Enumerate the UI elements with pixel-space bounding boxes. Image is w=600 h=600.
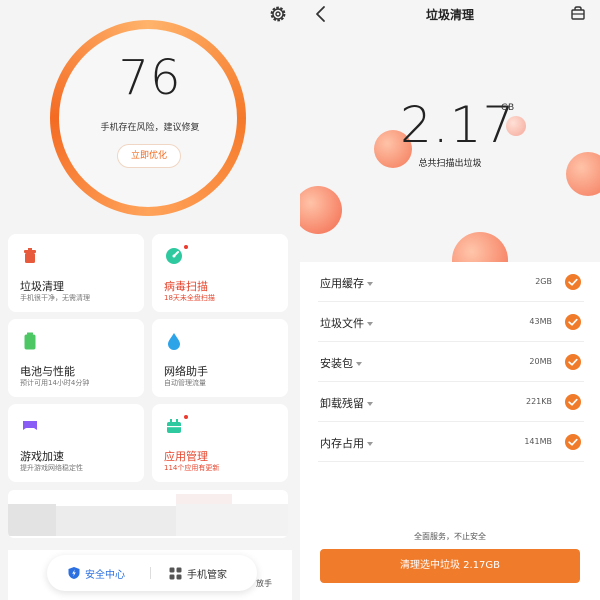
optimize-button[interactable]: 立即优化 [117, 144, 181, 168]
nav-label: 手机管家 [187, 569, 227, 581]
decorative-bubble [452, 232, 508, 262]
tile-battery[interactable]: 电池与性能 预计可用14小时4分钟 [8, 319, 144, 397]
tile-title: 网络助手 [164, 365, 208, 378]
row-label: 内存占用 [320, 435, 373, 451]
row-label: 垃圾文件 [320, 315, 373, 331]
blurred-block [176, 494, 232, 504]
tile-subtitle: 提升游戏网络稳定性 [20, 464, 83, 472]
tile-virus-scan[interactable]: 病毒扫描 18天未全盘扫描 [152, 234, 288, 312]
score-description: 手机存在风险，建议修复 [100, 123, 200, 133]
junk-row-app-cache[interactable]: 应用缓存 2GB [318, 262, 584, 302]
junk-row-install-packages[interactable]: 安装包 20MB [318, 342, 584, 382]
row-size: 221KB [525, 397, 552, 406]
junk-total-size: 2.17 [400, 96, 516, 154]
notification-dot [184, 415, 188, 419]
clean-selected-button[interactable]: 清理选中垃圾 2.17GB [320, 549, 580, 583]
tile-title: 垃圾清理 [20, 280, 64, 293]
row-label: 卸载残留 [320, 395, 373, 411]
tile-subtitle: 预计可用14小时4分钟 [20, 379, 90, 387]
service-note: 全面服务，不止安全 [414, 532, 486, 541]
gear-icon[interactable] [268, 4, 288, 24]
grid-apps-icon [169, 567, 182, 579]
trash-icon [24, 248, 36, 263]
security-score: 76 [118, 50, 182, 106]
check-icon[interactable] [565, 394, 581, 410]
caret-down-icon [367, 322, 373, 326]
row-size: 20MB [529, 357, 552, 366]
tile-subtitle: 114个应用有更新 [164, 464, 220, 472]
blurred-promo-card[interactable] [8, 490, 288, 538]
blurred-block [8, 504, 56, 536]
tile-subtitle: 手机很干净，无需清理 [20, 294, 90, 302]
nav-divider [150, 567, 151, 579]
row-label: 安装包 [320, 355, 362, 371]
tile-title: 游戏加速 [20, 450, 64, 463]
floating-bottom-nav: 安全中心 手机管家 [47, 555, 257, 591]
nav-phone-manager[interactable]: 手机管家 [169, 555, 227, 591]
row-size: 43MB [529, 317, 552, 326]
row-label: 应用缓存 [320, 275, 373, 291]
bag-icon[interactable] [570, 5, 586, 21]
row-size: 141MB [524, 437, 552, 446]
check-icon[interactable] [565, 314, 581, 330]
tile-game-boost[interactable]: 游戏加速 提升游戏网络稳定性 [8, 404, 144, 482]
shield-icon [68, 567, 80, 579]
junk-clean-panel: 垃圾清理 2.17 GB 总共扫描出垃圾 应用缓存 2GB 垃圾文件 43MB … [300, 0, 600, 600]
check-icon[interactable] [565, 274, 581, 290]
caret-down-icon [367, 442, 373, 446]
score-area: 76 手机存在风险，建议修复 立即优化 [0, 0, 300, 222]
gamepad-icon [23, 421, 37, 430]
nav-security-center[interactable]: 安全中心 [67, 555, 125, 591]
junk-summary-area: 垃圾清理 2.17 GB 总共扫描出垃圾 [300, 0, 600, 262]
notification-dot [184, 245, 188, 249]
junk-total-unit: GB [501, 103, 515, 113]
blurred-block [56, 506, 176, 536]
tile-app-manager[interactable]: 应用管理 114个应用有更新 [152, 404, 288, 482]
junk-row-junk-files[interactable]: 垃圾文件 43MB [318, 302, 584, 342]
row-size: 2GB [535, 277, 552, 286]
tile-subtitle: 自动管理流量 [164, 379, 206, 387]
nav-label: 安全中心 [85, 569, 125, 581]
app-manager-icon [167, 419, 181, 433]
page-title: 垃圾清理 [425, 8, 474, 22]
tile-junk-clean[interactable]: 垃圾清理 手机很干净，无需清理 [8, 234, 144, 312]
check-icon[interactable] [565, 434, 581, 450]
tile-title: 病毒扫描 [164, 280, 208, 293]
check-icon[interactable] [565, 354, 581, 370]
virus-scan-icon [166, 248, 182, 264]
caret-down-icon [367, 282, 373, 286]
partial-card-text: 放手 [256, 579, 272, 588]
tile-title: 电池与性能 [20, 365, 75, 378]
tile-network[interactable]: 网络助手 自动管理流量 [152, 319, 288, 397]
junk-row-uninstall-residue[interactable]: 卸载残留 221KB [318, 382, 584, 422]
caret-down-icon [356, 362, 362, 366]
junk-row-memory[interactable]: 内存占用 141MB [318, 422, 584, 462]
tile-subtitle: 18天未全盘扫描 [164, 294, 215, 302]
battery-icon [24, 332, 36, 350]
decorative-bubble [300, 186, 342, 234]
blurred-block [176, 504, 288, 536]
network-drop-icon [168, 333, 180, 350]
security-center-panel: 76 手机存在风险，建议修复 立即优化 垃圾清理 手机很干净，无需清理 病毒扫描… [0, 0, 300, 600]
tile-title: 应用管理 [164, 450, 208, 463]
caret-down-icon [367, 402, 373, 406]
junk-total-label: 总共扫描出垃圾 [418, 159, 482, 169]
